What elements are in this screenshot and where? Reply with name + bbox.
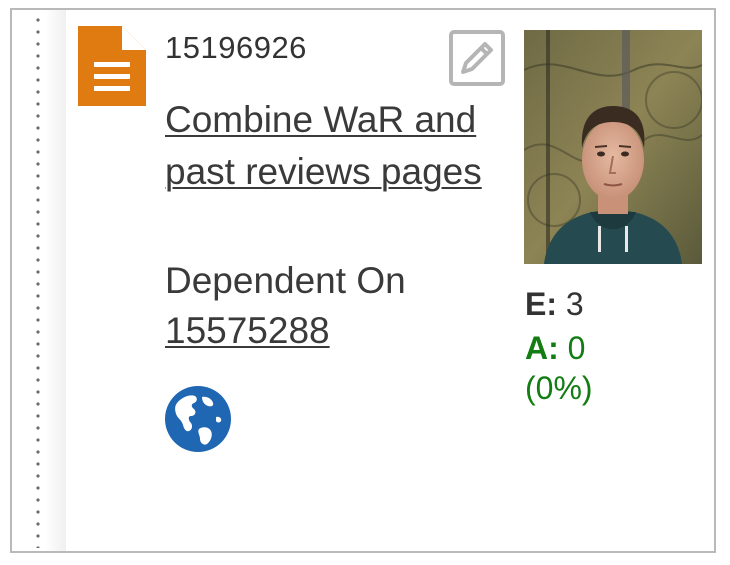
avatar xyxy=(524,30,702,264)
bug-title-link[interactable]: Combine WaR and past reviews pages xyxy=(165,94,510,198)
accepted-label: A: xyxy=(525,330,559,366)
dependency-link[interactable]: 15575288 xyxy=(165,310,330,352)
document-icon xyxy=(78,26,146,106)
bug-id: 15196926 xyxy=(165,30,307,65)
bug-card: 15196926 Combine WaR and past reviews pa… xyxy=(10,8,716,553)
estimate-value: 3 xyxy=(565,286,584,322)
accepted-value: 0 xyxy=(567,330,586,366)
globe-icon[interactable] xyxy=(164,385,232,453)
estimate-stat: E: 3 xyxy=(525,284,584,324)
accepted-percent: (0%) xyxy=(525,370,593,406)
dependency-label: Dependent On xyxy=(165,260,406,301)
estimate-label: E: xyxy=(525,286,557,322)
drag-handle-icon[interactable] xyxy=(34,14,42,548)
pencil-icon[interactable] xyxy=(449,30,505,86)
accepted-stat: A: 0 xyxy=(525,328,585,368)
